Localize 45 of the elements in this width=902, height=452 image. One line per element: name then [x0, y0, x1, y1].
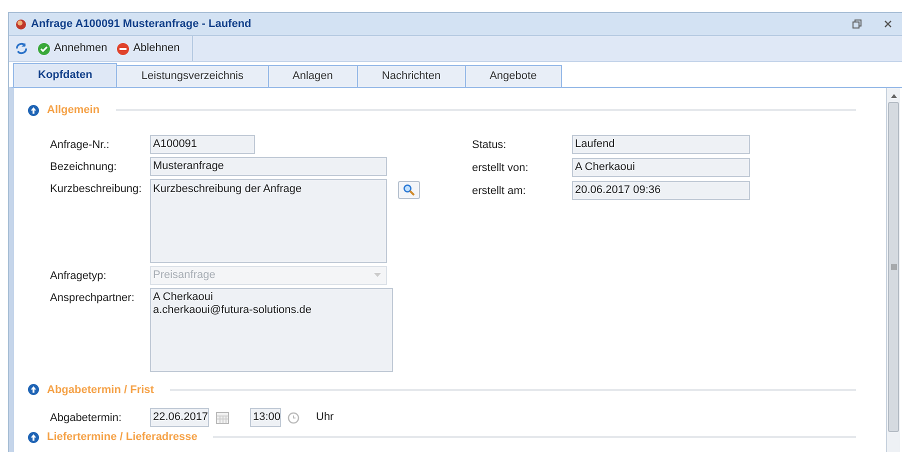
text-area[interactable]: Kurzbeschreibung der Anfrage — [150, 178, 387, 262]
field-label: Anfrage-Nr.: — [50, 138, 110, 152]
tab[interactable]: Nachrichten — [356, 65, 466, 87]
caret-icon — [374, 273, 381, 277]
time-field[interactable]: 13:00 — [250, 408, 281, 427]
collapse-icon[interactable] — [28, 104, 39, 116]
field-label: Bezeichnung: — [50, 160, 118, 174]
tab[interactable]: Leistungsverzeichnis — [116, 65, 269, 87]
unit-label: Uhr — [316, 410, 334, 426]
section-title: Allgemein — [47, 103, 100, 118]
input-field[interactable]: 20.06.2017 09:36 — [572, 180, 750, 200]
field-label: erstellt am: — [472, 184, 527, 198]
field-label: Abgabetermin: — [50, 411, 123, 426]
toolbar-button[interactable]: Annehmen — [38, 40, 108, 57]
scroll-up-icon[interactable] — [890, 92, 898, 100]
toolbar-button[interactable]: Ablehnen — [117, 40, 180, 57]
search-button[interactable] — [398, 180, 420, 198]
tab[interactable]: Kopfdaten — [13, 63, 118, 87]
field-label: Status: — [472, 138, 508, 152]
collapse-icon[interactable] — [28, 432, 39, 443]
app-icon — [15, 18, 27, 30]
tab[interactable]: Anlagen — [268, 65, 358, 87]
field-label: Ansprechpartner: — [50, 290, 136, 306]
scroll-thumb[interactable] — [888, 102, 899, 432]
search-icon — [403, 184, 415, 196]
tab[interactable]: Angebote — [464, 65, 562, 87]
section-title: Liefertermine / Lieferadresse — [47, 430, 198, 445]
input-field[interactable]: Laufend — [572, 134, 750, 154]
close-icon[interactable] — [884, 20, 892, 28]
scrollbar[interactable] — [886, 88, 900, 452]
field-label: erstellt von: — [472, 160, 530, 176]
text-area[interactable]: A Cherkaoui a.cherkaoui@futura-solutions.de — [150, 288, 393, 372]
input-field[interactable]: A100091 — [150, 134, 255, 154]
collapse-icon[interactable] — [28, 384, 39, 396]
date-field[interactable]: 22.06.2017 — [150, 408, 209, 427]
section-title: Abgabetermin / Frist — [47, 382, 154, 398]
field-label: Kurzbeschreibung: — [50, 182, 143, 196]
window-title: Anfrage A100091 Musteranfrage - Laufend — [31, 16, 252, 32]
input-field[interactable]: Musteranfrage — [150, 156, 387, 176]
field-label: Anfragetyp: — [50, 268, 108, 284]
restore-icon[interactable] — [852, 19, 862, 29]
refresh-icon[interactable] — [15, 42, 28, 55]
minus-circle-icon — [117, 42, 130, 54]
checkmark-icon — [38, 42, 50, 54]
input-field[interactable]: A Cherkaoui — [572, 158, 750, 176]
